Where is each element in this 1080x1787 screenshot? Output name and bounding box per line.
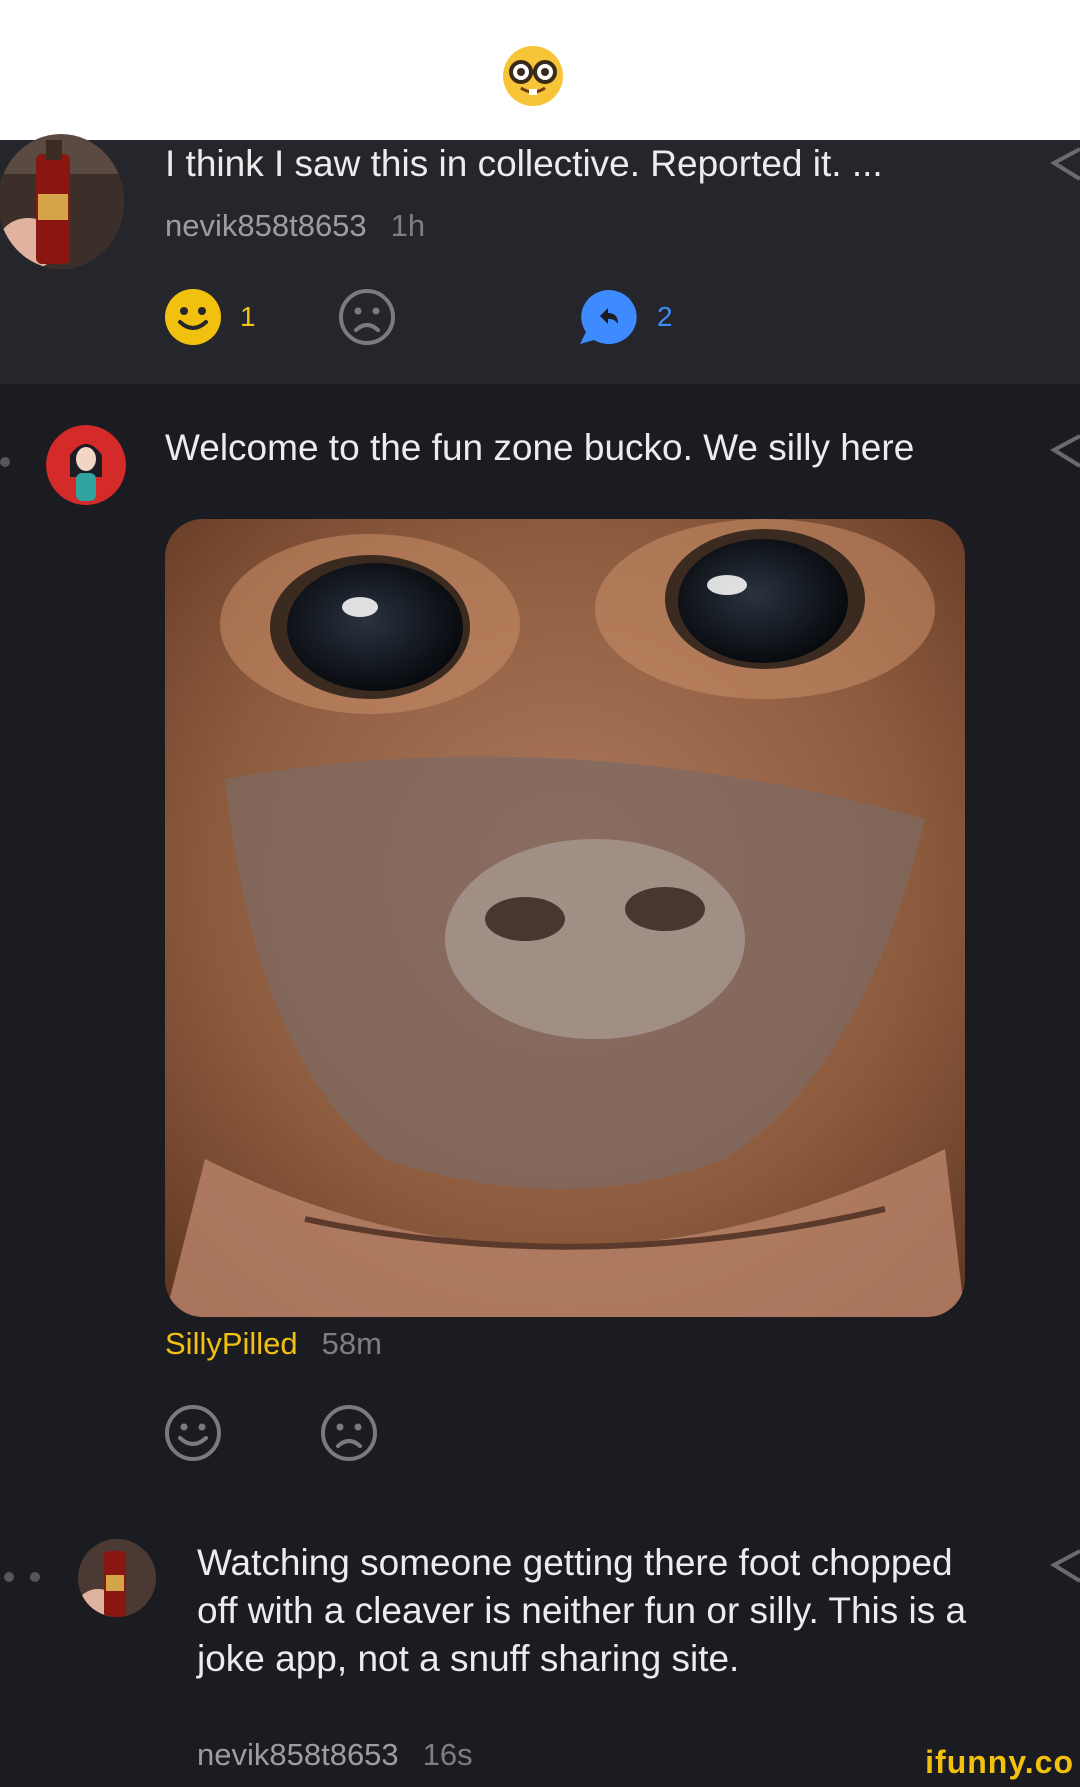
reply-count: 2 <box>657 301 673 332</box>
share-icon[interactable] <box>1050 432 1080 472</box>
avatar-sillypilled[interactable] <box>46 425 126 505</box>
frown-icon[interactable] <box>320 1404 378 1462</box>
comment-1-time: 1h <box>390 208 426 243</box>
comment-2-time: 58m <box>321 1326 382 1361</box>
comment-3-text: Watching someone getting there foot chop… <box>197 1542 967 1679</box>
nerd-face-emoji-icon <box>503 46 563 106</box>
reply-icon[interactable] <box>578 288 638 346</box>
comment-3-username[interactable]: nevik858t8653 <box>197 1737 399 1772</box>
thread-dot <box>0 457 10 467</box>
share-icon[interactable] <box>1050 1547 1080 1587</box>
ifunny-watermark: ifunny.co <box>925 1744 1074 1780</box>
frown-icon[interactable] <box>338 288 396 346</box>
share-icon[interactable] <box>1050 145 1080 185</box>
comment-1-text: I think I saw this in collective. Report… <box>165 143 883 184</box>
comment-2-username[interactable]: SillyPilled <box>165 1326 298 1361</box>
comment-2-meta: SillyPilled 58m <box>165 1326 382 1362</box>
comment-3-time: 16s <box>422 1737 473 1772</box>
comment-2-text: Welcome to the fun zone bucko. We silly … <box>165 427 915 468</box>
smile-icon[interactable] <box>164 1404 222 1462</box>
thread-dot <box>4 1572 14 1582</box>
avatar-nevik[interactable] <box>0 134 124 269</box>
comment-1-username[interactable]: nevik858t8653 <box>165 208 367 243</box>
smile-count: 1 <box>240 301 256 332</box>
comment-3-meta: nevik858t8653 16s <box>197 1737 473 1773</box>
smile-icon[interactable] <box>164 288 222 346</box>
thread-dot <box>30 1572 40 1582</box>
orangutan-meme-image[interactable] <box>165 519 965 1317</box>
avatar-nevik[interactable] <box>78 1539 156 1617</box>
comment-1-meta: nevik858t8653 1h <box>165 208 425 244</box>
